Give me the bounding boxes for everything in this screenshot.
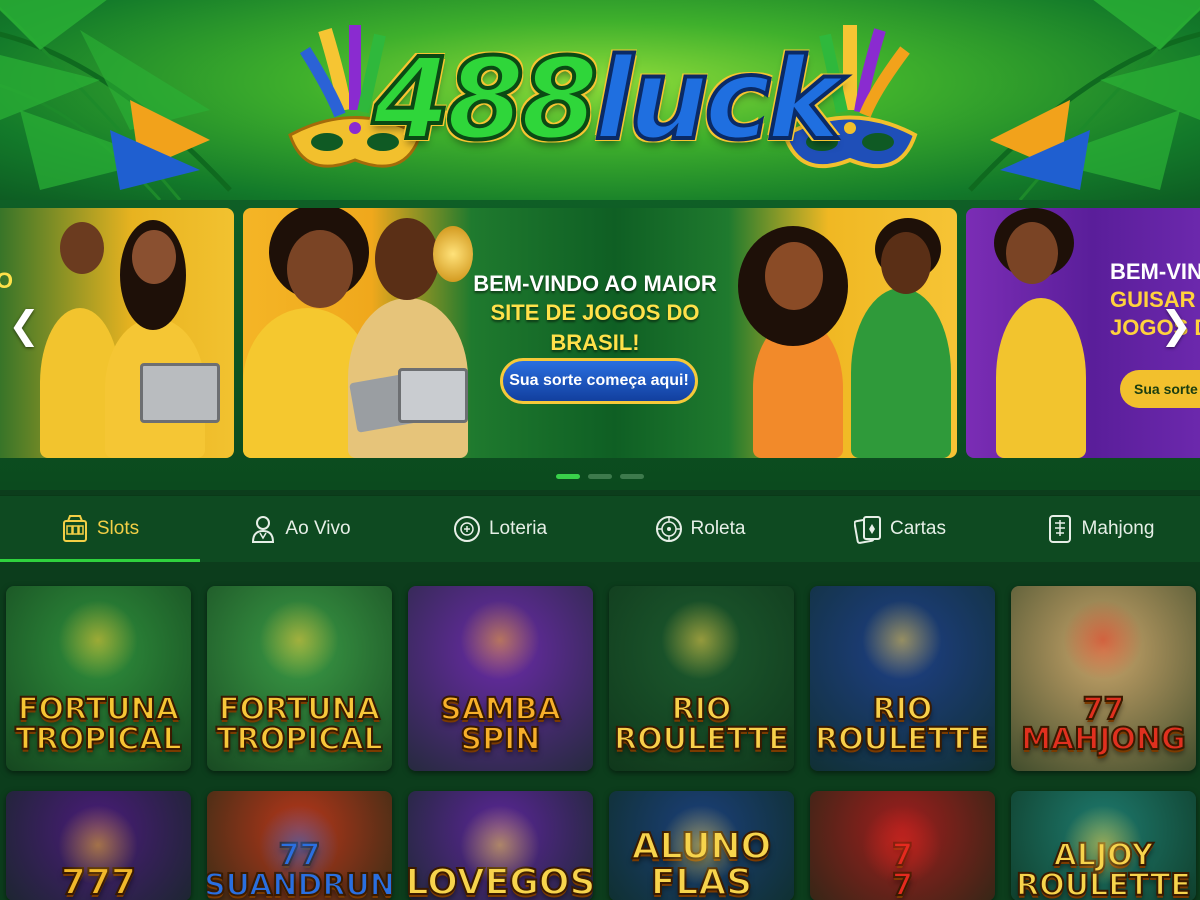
mahjong-tile-icon	[1046, 514, 1074, 544]
tablet-device	[398, 368, 468, 423]
cards-icon	[854, 514, 882, 544]
tab-cartas[interactable]: Cartas	[800, 496, 1000, 562]
tab-slots[interactable]: Slots	[0, 496, 200, 562]
game-card[interactable]: 77 SUANDRUN	[207, 791, 392, 900]
tab-label: Roleta	[690, 518, 746, 539]
game-card[interactable]: FORTUNA TROPICAL	[6, 586, 191, 771]
banner-line1: BEM-VINDO AO MAIOR	[473, 271, 717, 296]
carousel-prev-arrow-icon[interactable]: ❮	[4, 300, 44, 350]
game-card[interactable]: RIO ROULETTE	[609, 586, 794, 771]
person-head	[287, 230, 353, 308]
tablet-device	[140, 363, 220, 423]
tab-label: Slots	[96, 518, 140, 539]
slide-next-line1: BEM-VINDO	[1110, 259, 1200, 284]
game-title: FORTUNA TROPICAL	[215, 692, 384, 757]
tab-loteria[interactable]: Loteria	[400, 496, 600, 562]
logo-word: luck	[592, 33, 843, 167]
game-title: FORTUNA TROPICAL	[14, 692, 183, 757]
game-art-decoration	[259, 805, 339, 885]
game-art-decoration	[460, 600, 540, 680]
game-card[interactable]: RIO ROULETTE	[810, 586, 995, 771]
roulette-wheel-icon	[655, 514, 683, 544]
person-head	[60, 222, 104, 274]
promo-carousel: UO BEM-VINDO AO MAIOR SITE DE JOGOS DO B…	[0, 200, 1200, 490]
person-head	[132, 230, 176, 284]
carousel-slide-active[interactable]: BEM-VINDO AO MAIOR SITE DE JOGOS DO BRAS…	[243, 208, 957, 458]
tab-ao-vivo[interactable]: Ao Vivo	[200, 496, 400, 562]
game-art-decoration	[58, 600, 138, 680]
site-header: 488 luck	[0, 0, 1200, 205]
slide-previous-text: UO	[0, 268, 13, 293]
slide-next-cta[interactable]: Sua sorte c	[1120, 370, 1200, 408]
category-tabs: Slots Ao Vivo Loteria Roleta Cartas Mahj…	[0, 495, 1200, 562]
game-art-decoration	[661, 805, 741, 885]
person-head	[765, 242, 823, 310]
banner-headline: BEM-VINDO AO MAIOR SITE DE JOGOS DO BRAS…	[465, 270, 725, 358]
tab-label: Mahjong	[1081, 518, 1155, 539]
tab-label: Ao Vivo	[285, 518, 351, 539]
carousel-dot[interactable]	[556, 474, 580, 479]
live-dealer-icon	[249, 514, 277, 544]
game-art-decoration	[661, 600, 741, 680]
tab-label: Loteria	[488, 518, 548, 539]
tab-roleta[interactable]: Roleta	[600, 496, 800, 562]
palm-leaves-decoration	[968, 0, 1200, 201]
game-art-decoration	[58, 805, 138, 885]
logo-number: 488	[371, 33, 601, 167]
game-card[interactable]: LOVEGOS	[408, 791, 593, 900]
game-art-decoration	[1063, 600, 1143, 680]
carousel-pagination	[0, 474, 1200, 479]
game-art-decoration	[259, 600, 339, 680]
person-head	[375, 218, 439, 300]
game-title: RIO ROULETTE	[814, 692, 991, 757]
tab-mahjong[interactable]: Mahjong	[1000, 496, 1200, 562]
palm-leaves-decoration	[0, 0, 232, 202]
site-logo[interactable]: 488 luck	[371, 20, 844, 180]
game-grid: FORTUNA TROPICAL FORTUNA TROPICAL SAMBA SP…	[6, 586, 1196, 900]
person-head	[881, 232, 931, 294]
carousel-next-arrow-icon[interactable]: ❯	[1156, 300, 1196, 350]
person-figure	[851, 288, 951, 458]
game-card[interactable]: ALJOY ROULETTE	[1011, 791, 1196, 900]
game-art-decoration	[862, 805, 942, 885]
game-card[interactable]: FORTUNA TROPICAL	[207, 586, 392, 771]
game-art-decoration	[862, 600, 942, 680]
person-head	[1006, 222, 1058, 284]
banner-line2: SITE DE JOGOS DO BRASIL!	[490, 300, 700, 355]
person-figure	[996, 298, 1086, 458]
carousel-dot[interactable]	[588, 474, 612, 479]
game-card[interactable]: SAMBA SPIN	[408, 586, 593, 771]
lottery-ball-icon	[453, 514, 481, 544]
game-title: RIO ROULETTE	[613, 692, 790, 757]
game-card[interactable]: 7 7	[810, 791, 995, 900]
game-card[interactable]: ALUNO FLAS	[609, 791, 794, 900]
cta-button[interactable]: Sua sorte começa aqui!	[500, 358, 698, 404]
game-title: SAMBA SPIN	[439, 692, 562, 757]
game-title: 77 MAHJONG	[1020, 692, 1187, 757]
slot-machine-icon	[61, 514, 89, 544]
tab-label: Cartas	[890, 518, 946, 539]
game-art-decoration	[1063, 805, 1143, 885]
game-art-decoration	[460, 805, 540, 885]
carousel-dot[interactable]	[620, 474, 644, 479]
game-card[interactable]: 777	[6, 791, 191, 900]
game-card[interactable]: 77 MAHJONG	[1011, 586, 1196, 771]
